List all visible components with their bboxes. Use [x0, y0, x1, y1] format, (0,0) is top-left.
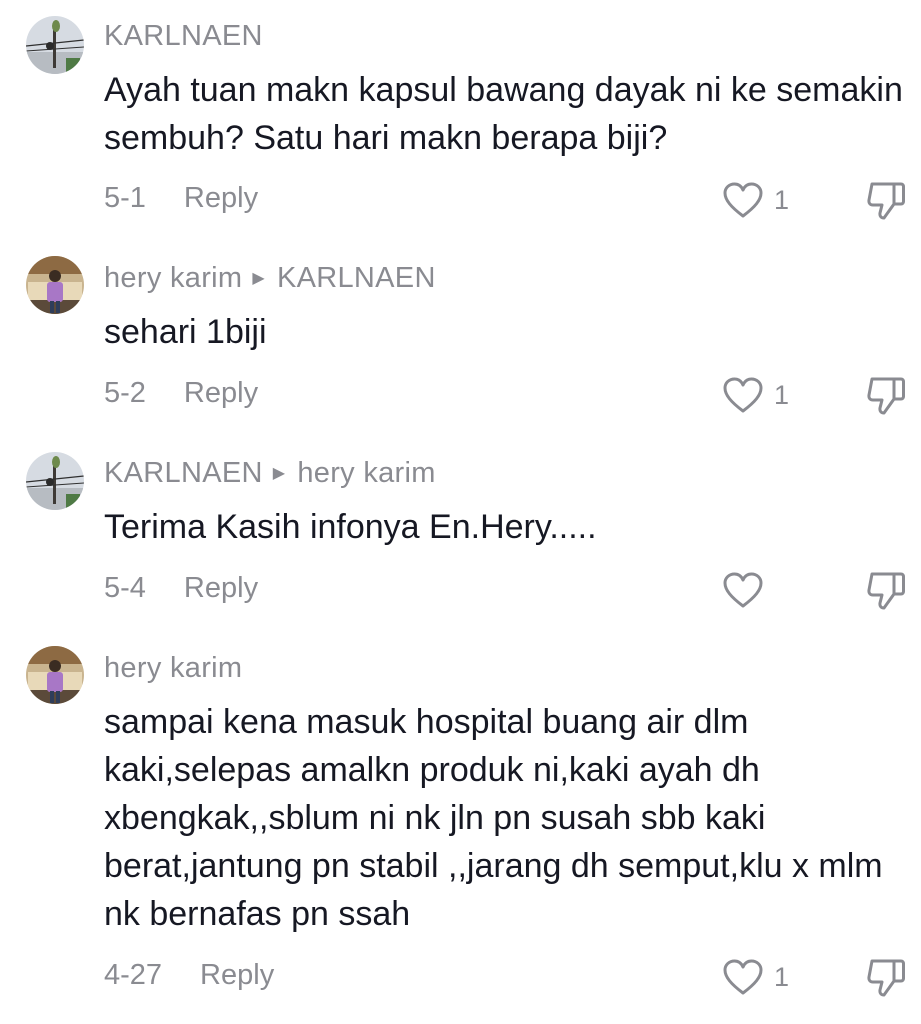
thumbs-down-outline-icon[interactable]: [864, 178, 908, 222]
comment-header: hery karim ▶ KARLNAEN: [104, 260, 436, 297]
heart-outline-icon: [723, 182, 763, 218]
like-button[interactable]: [722, 570, 774, 610]
thumbs-down-outline-icon[interactable]: [864, 373, 908, 417]
avatar[interactable]: [26, 16, 84, 74]
thumbs-down-outline-icon[interactable]: [864, 955, 908, 999]
like-count: 1: [774, 379, 790, 410]
pole-avatar-icon: [26, 16, 84, 74]
heart-outline-icon: [723, 959, 763, 995]
comment-date: 4-27: [104, 959, 163, 991]
comment-date: 5-1: [104, 182, 146, 214]
comment-meta: 4-27 Reply: [104, 957, 274, 993]
pole-avatar-icon: [26, 452, 84, 510]
heart-outline-icon: [723, 572, 763, 608]
thumbs-down-outline-icon[interactable]: [864, 568, 908, 612]
like-button[interactable]: 1: [722, 180, 789, 220]
comment-author[interactable]: hery karim: [104, 262, 242, 294]
avatar[interactable]: [26, 452, 84, 510]
comment-text: sehari 1biji: [104, 313, 267, 351]
comment-header: KARLNAEN ▶ hery karim: [104, 455, 436, 492]
reply-to-user[interactable]: KARLNAEN: [277, 262, 436, 294]
comment-meta: 5-4 Reply: [104, 570, 258, 606]
comment-text: Terima Kasih infonya En.Hery.....: [104, 508, 597, 546]
comment-text: sampai kena masuk hospital buang air dlm…: [104, 703, 883, 933]
reply-button[interactable]: Reply: [200, 959, 274, 991]
comment-date: 5-4: [104, 572, 146, 604]
comment-text: Ayah tuan makn kapsul bawang dayak ni ke…: [104, 71, 903, 157]
like-button[interactable]: 1: [722, 375, 789, 415]
avatar[interactable]: [26, 256, 84, 314]
comment-author[interactable]: hery karim: [104, 652, 242, 684]
comment-meta: 5-1 Reply: [104, 180, 258, 216]
avatar[interactable]: [26, 646, 84, 704]
like-count: 1: [774, 961, 790, 992]
like-count: 1: [774, 184, 790, 215]
comment-header: KARLNAEN: [104, 18, 263, 54]
comment-author[interactable]: KARLNAEN: [104, 457, 263, 489]
person-avatar-icon: [26, 646, 84, 704]
reply-button[interactable]: Reply: [184, 182, 258, 214]
triangle-right-icon: ▶: [272, 465, 286, 482]
comment-header: hery karim: [104, 650, 242, 686]
heart-outline-icon: [723, 377, 763, 413]
person-avatar-icon: [26, 256, 84, 314]
comment-meta: 5-2 Reply: [104, 375, 258, 411]
like-button[interactable]: 1: [722, 957, 789, 997]
comment-date: 5-2: [104, 377, 146, 409]
reply-button[interactable]: Reply: [184, 377, 258, 409]
reply-to-user[interactable]: hery karim: [297, 457, 435, 489]
triangle-right-icon: ▶: [252, 270, 265, 287]
comment-author[interactable]: KARLNAEN: [104, 20, 263, 52]
reply-button[interactable]: Reply: [184, 572, 258, 604]
